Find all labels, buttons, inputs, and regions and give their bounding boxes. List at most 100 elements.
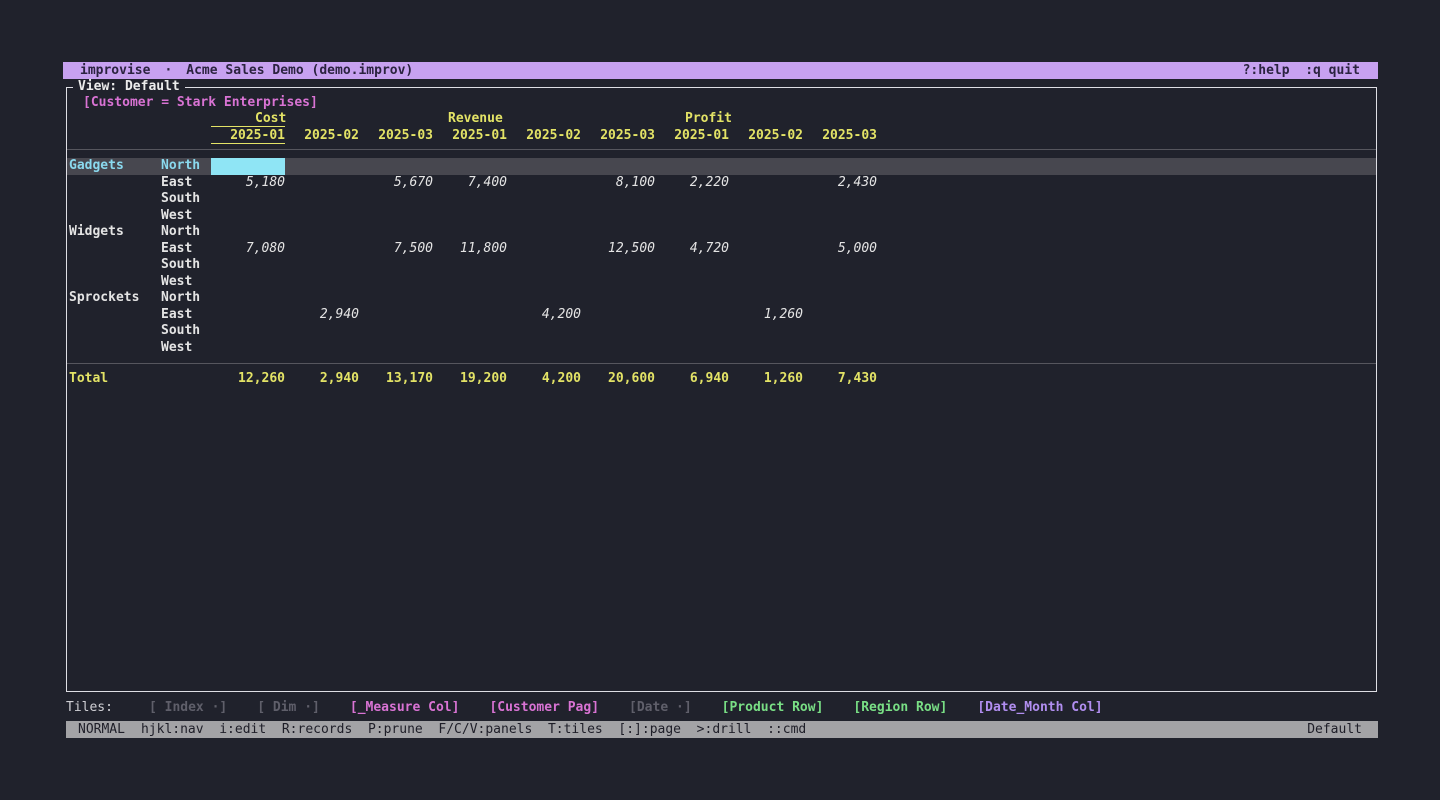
table-row[interactable]: West bbox=[67, 340, 1376, 357]
tile-dim[interactable]: [ Dim ·] bbox=[257, 699, 320, 716]
pivot-cell[interactable]: 7,080 bbox=[211, 241, 285, 258]
pivot-cell[interactable]: 5,180 bbox=[211, 175, 285, 192]
pivot-cell[interactable] bbox=[729, 274, 803, 291]
pivot-cell[interactable] bbox=[433, 274, 507, 291]
month-header[interactable]: 2025-02 bbox=[285, 128, 359, 145]
pivot-cell[interactable] bbox=[655, 323, 729, 340]
pivot-cell[interactable] bbox=[211, 274, 285, 291]
pivot-cell[interactable] bbox=[433, 191, 507, 208]
table-row[interactable]: South bbox=[67, 191, 1376, 208]
pivot-cell[interactable]: 5,670 bbox=[359, 175, 433, 192]
pivot-cell[interactable] bbox=[359, 340, 433, 357]
pivot-cell[interactable]: 7,500 bbox=[359, 241, 433, 258]
pivot-cell[interactable] bbox=[729, 175, 803, 192]
pivot-cell[interactable] bbox=[211, 323, 285, 340]
pivot-cell[interactable] bbox=[285, 274, 359, 291]
pivot-cell[interactable] bbox=[803, 158, 877, 175]
pivot-cell[interactable] bbox=[507, 340, 581, 357]
pivot-cell[interactable] bbox=[285, 191, 359, 208]
pivot-cell[interactable] bbox=[655, 340, 729, 357]
pivot-cell[interactable] bbox=[211, 307, 285, 324]
month-header[interactable]: 2025-01 bbox=[655, 128, 729, 145]
pivot-cell[interactable] bbox=[507, 323, 581, 340]
pivot-cell[interactable]: 2,940 bbox=[285, 307, 359, 324]
pivot-cell[interactable] bbox=[507, 274, 581, 291]
pivot-cell[interactable] bbox=[729, 257, 803, 274]
pivot-cell[interactable] bbox=[359, 274, 433, 291]
pivot-cell[interactable] bbox=[433, 208, 507, 225]
pivot-cell[interactable] bbox=[285, 224, 359, 241]
tile-measure-col[interactable]: [_Measure Col] bbox=[350, 699, 460, 716]
pivot-cell[interactable] bbox=[211, 290, 285, 307]
pivot-cell[interactable] bbox=[729, 224, 803, 241]
table-row[interactable]: South bbox=[67, 257, 1376, 274]
pivot-cell[interactable] bbox=[359, 290, 433, 307]
pivot-cell[interactable] bbox=[211, 208, 285, 225]
table-row[interactable]: Widgets North bbox=[67, 224, 1376, 241]
pivot-cell[interactable] bbox=[803, 323, 877, 340]
pivot-cell[interactable] bbox=[211, 257, 285, 274]
pivot-cell[interactable] bbox=[507, 224, 581, 241]
pivot-cell[interactable] bbox=[507, 290, 581, 307]
pivot-cell[interactable]: 8,100 bbox=[581, 175, 655, 192]
pivot-cell[interactable] bbox=[803, 307, 877, 324]
pivot-cell[interactable] bbox=[285, 257, 359, 274]
pivot-cell[interactable] bbox=[433, 158, 507, 175]
pivot-cell[interactable] bbox=[359, 224, 433, 241]
pivot-cell[interactable]: 11,800 bbox=[433, 241, 507, 258]
pivot-cell[interactable] bbox=[359, 191, 433, 208]
table-row[interactable]: East 2,940 4,200 1,260 bbox=[67, 307, 1376, 324]
pivot-cell[interactable]: 2,220 bbox=[655, 175, 729, 192]
pivot-cell[interactable]: 4,200 bbox=[507, 307, 581, 324]
tile-customer-pag[interactable]: [Customer Pag] bbox=[489, 699, 599, 716]
pivot-cell[interactable] bbox=[507, 208, 581, 225]
pivot-cell[interactable] bbox=[507, 257, 581, 274]
table-row[interactable]: East 5,180 5,670 7,400 8,100 2,220 2,430 bbox=[67, 175, 1376, 192]
pivot-cell[interactable] bbox=[285, 208, 359, 225]
pivot-cell[interactable] bbox=[581, 274, 655, 291]
month-header[interactable]: 2025-01 bbox=[433, 128, 507, 145]
pivot-cell[interactable] bbox=[581, 307, 655, 324]
pivot-cell[interactable] bbox=[507, 158, 581, 175]
pivot-cell[interactable] bbox=[729, 191, 803, 208]
month-header[interactable]: 2025-03 bbox=[803, 128, 877, 145]
month-header[interactable]: 2025-01 bbox=[211, 128, 285, 144]
measure-header-profit[interactable]: Profit bbox=[685, 111, 732, 127]
measure-header-cost[interactable]: Cost bbox=[211, 111, 285, 127]
pivot-cell[interactable]: 1,260 bbox=[729, 307, 803, 324]
pivot-cell[interactable] bbox=[655, 290, 729, 307]
month-header[interactable]: 2025-03 bbox=[581, 128, 655, 145]
month-header[interactable]: 2025-03 bbox=[359, 128, 433, 145]
pivot-cell[interactable] bbox=[581, 208, 655, 225]
tile-index[interactable]: [ Index ·] bbox=[149, 699, 227, 716]
pivot-cell[interactable] bbox=[433, 224, 507, 241]
pivot-cell[interactable] bbox=[285, 158, 359, 175]
pivot-cell[interactable] bbox=[729, 208, 803, 225]
table-row[interactable]: Gadgets North bbox=[67, 158, 1376, 175]
pivot-cell[interactable] bbox=[655, 274, 729, 291]
pivot-cell[interactable]: 7,400 bbox=[433, 175, 507, 192]
page-filter[interactable]: [Customer = Stark Enterprises] bbox=[83, 94, 1376, 111]
table-row[interactable]: East 7,080 7,500 11,800 12,500 4,720 5,0… bbox=[67, 241, 1376, 258]
pivot-cell[interactable] bbox=[359, 257, 433, 274]
pivot-cell[interactable] bbox=[211, 191, 285, 208]
pivot-cell[interactable] bbox=[433, 307, 507, 324]
pivot-cell[interactable] bbox=[581, 158, 655, 175]
pivot-cell[interactable] bbox=[581, 224, 655, 241]
pivot-cell[interactable] bbox=[359, 307, 433, 324]
pivot-cell[interactable] bbox=[285, 175, 359, 192]
pivot-cell[interactable] bbox=[655, 257, 729, 274]
pivot-cell[interactable] bbox=[211, 224, 285, 241]
table-row[interactable]: South bbox=[67, 323, 1376, 340]
pivot-cell[interactable] bbox=[285, 290, 359, 307]
pivot-cell[interactable] bbox=[803, 191, 877, 208]
pivot-cell[interactable] bbox=[655, 208, 729, 225]
pivot-cell[interactable] bbox=[211, 340, 285, 357]
month-header[interactable]: 2025-02 bbox=[507, 128, 581, 145]
tile-date-month-col[interactable]: [Date_Month Col] bbox=[977, 699, 1102, 716]
pivot-cell[interactable] bbox=[285, 340, 359, 357]
pivot-cell[interactable] bbox=[507, 241, 581, 258]
pivot-cell[interactable] bbox=[359, 323, 433, 340]
pivot-cell[interactable] bbox=[359, 158, 433, 175]
pivot-cell[interactable]: 2,430 bbox=[803, 175, 877, 192]
